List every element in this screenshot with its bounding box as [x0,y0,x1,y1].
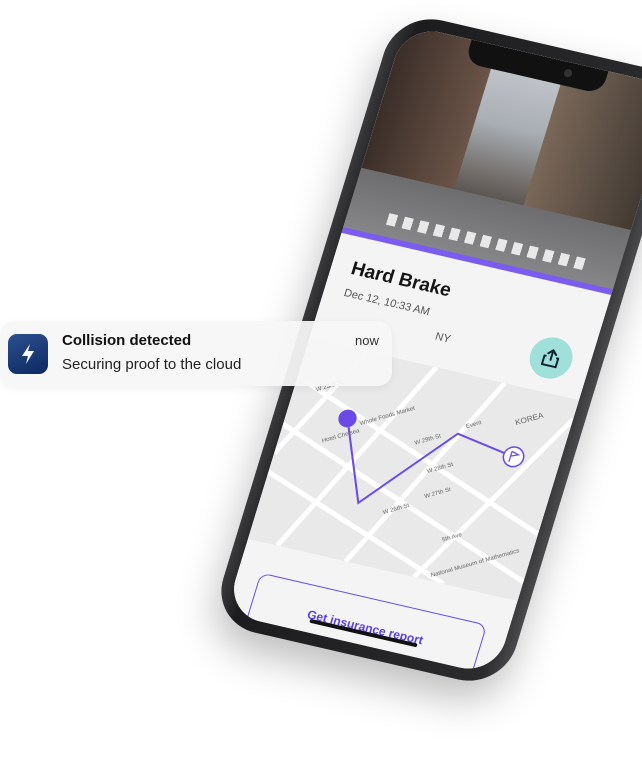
bolt-app-icon [8,334,48,374]
notification-title: Collision detected [62,332,192,349]
notification-body: Securing proof to the cloud [62,356,242,373]
camera-icon [563,68,574,78]
event-card: Hard Brake Dec 12, 10:33 AM NY W 23rd St… [225,232,612,676]
end-marker [502,446,525,468]
event-location: NY [433,330,453,346]
start-marker [338,409,357,428]
share-icon [540,349,560,369]
lightning-icon [22,344,34,364]
notification-time: now [355,333,379,348]
notification-banner[interactable]: Collision detected Securing proof to the… [0,321,392,386]
share-button[interactable] [524,333,578,383]
get-insurance-report-button[interactable]: Get insurance report [243,572,488,676]
